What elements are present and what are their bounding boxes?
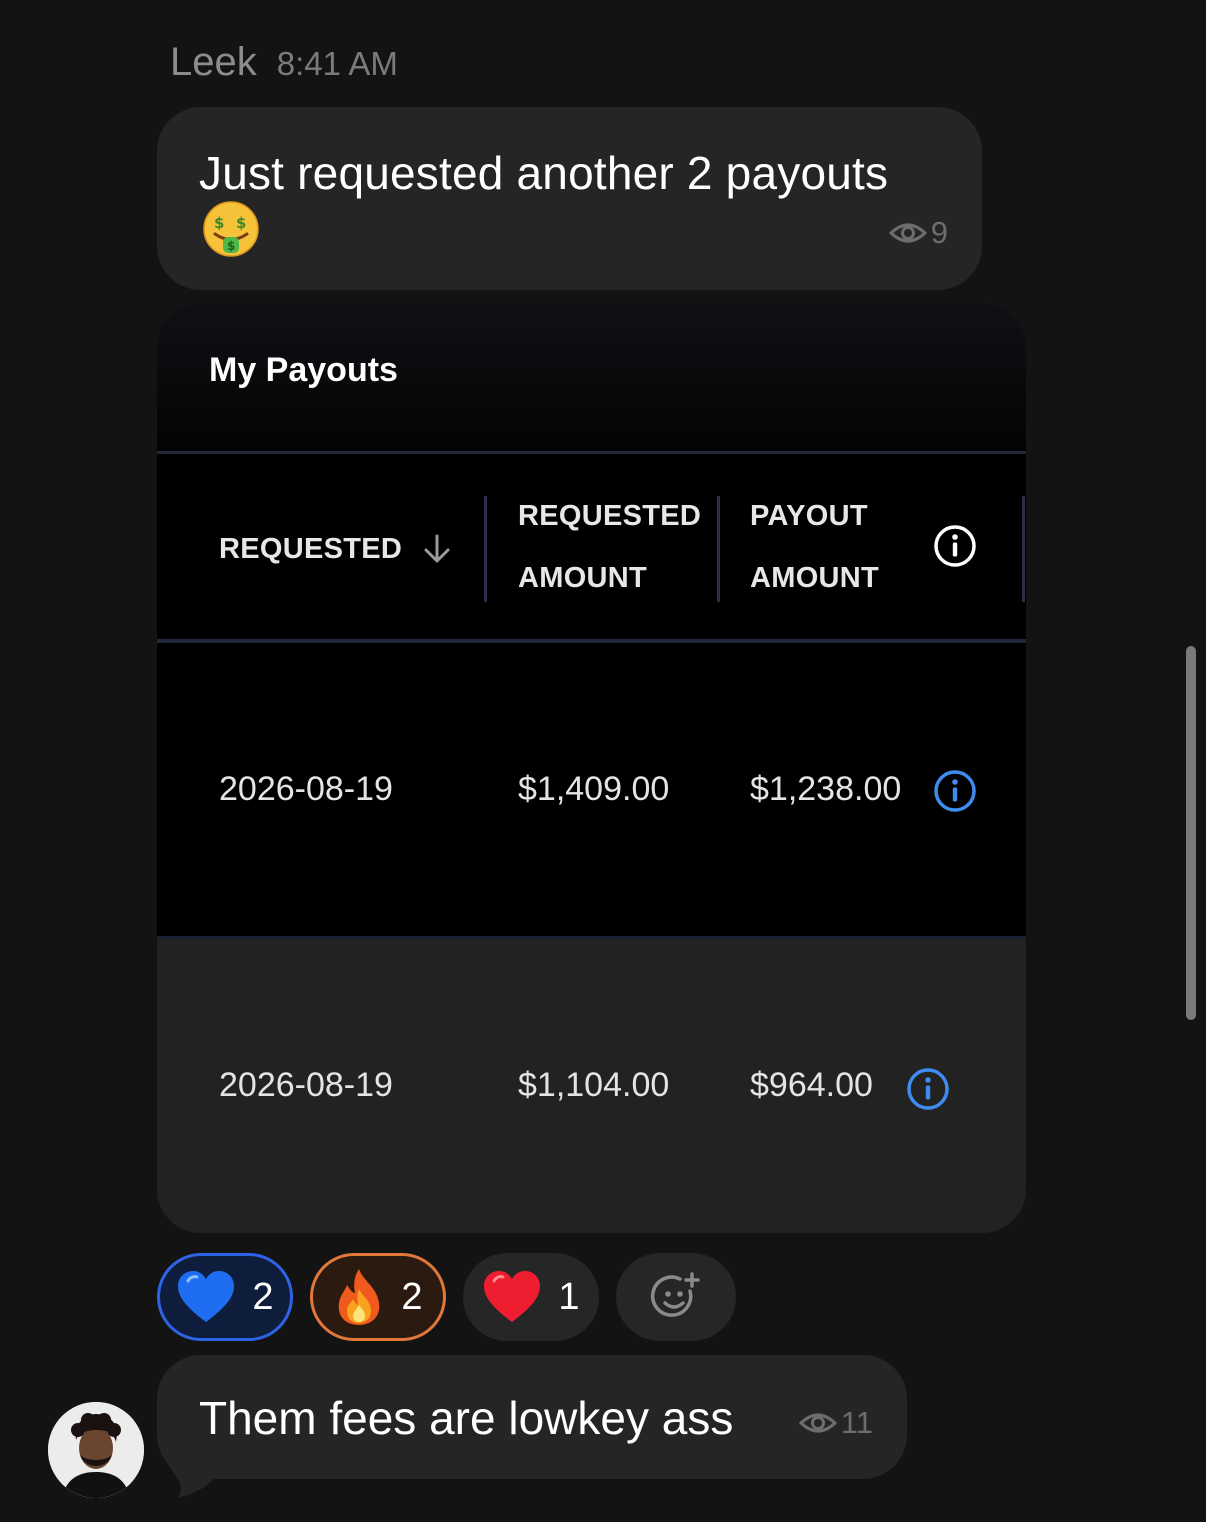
message-time: 8:41 AM: [276, 45, 398, 82]
message-text: Them fees are lowkey ass: [199, 1392, 734, 1444]
bubble-tail: [160, 1440, 220, 1498]
reaction-count: 2: [252, 1275, 274, 1318]
column-header-label: AMOUNT: [750, 562, 880, 594]
reaction-count: 1: [558, 1275, 580, 1318]
add-reaction-icon: [650, 1272, 700, 1317]
reaction-fire[interactable]: 2: [310, 1253, 446, 1341]
chat-view: Leek 8:41 AM Just requested another 2 pa…: [0, 0, 1206, 1522]
view-count: 11: [798, 1405, 873, 1441]
column-divider[interactable]: [1022, 496, 1025, 602]
reaction-count: 2: [401, 1275, 423, 1318]
payouts-card[interactable]: My Payouts REQUESTED REQUESTED AMOUNT PA…: [157, 303, 1026, 1233]
fire-icon: [339, 1269, 380, 1325]
column-header-payout-amount[interactable]: PAYOUT AMOUNT: [750, 485, 879, 609]
cell-requested-amount: $1,409.00: [518, 770, 670, 808]
cell-payout-amount: $1,238.00: [750, 770, 902, 808]
sender-name[interactable]: Leek: [170, 40, 257, 85]
view-count: 9: [888, 215, 948, 251]
card-title: My Payouts: [209, 351, 398, 389]
table-header: REQUESTED REQUESTED AMOUNT PAYOUT AMOUNT: [157, 451, 1026, 643]
table-row[interactable]: 2026-08-19 $1,104.00 $964.00: [157, 939, 1026, 1233]
eye-icon: [798, 1413, 837, 1433]
card-header: My Payouts: [157, 303, 1026, 451]
message-text: Just requested another 2 payouts: [199, 147, 889, 199]
column-header-label: PAYOUT: [750, 500, 868, 532]
cell-requested-date: 2026-08-19: [219, 770, 393, 808]
scrollbar[interactable]: [1186, 646, 1196, 1020]
cell-requested-date: 2026-08-19: [219, 1066, 393, 1104]
column-header-label: REQUESTED: [219, 533, 403, 565]
add-reaction-button[interactable]: [616, 1253, 736, 1341]
svg-text:$: $: [214, 214, 224, 232]
view-count-value: 11: [840, 1405, 873, 1440]
money-mouth-face-icon: $ $ $: [203, 201, 259, 257]
column-divider[interactable]: [717, 496, 720, 602]
table-row[interactable]: 2026-08-19 $1,409.00 $1,238.00: [157, 643, 1026, 939]
reaction-red-heart[interactable]: 1: [463, 1253, 599, 1341]
column-header-label: AMOUNT: [518, 562, 648, 594]
cell-requested-amount: $1,104.00: [518, 1066, 670, 1104]
column-header-requested[interactable]: REQUESTED: [219, 518, 452, 580]
user-avatar-icon: [48, 1402, 144, 1498]
column-header-requested-amount[interactable]: REQUESTED AMOUNT: [518, 485, 701, 609]
column-divider[interactable]: [484, 496, 487, 602]
red-heart-icon: [484, 1271, 541, 1322]
arrow-down-icon: [424, 534, 450, 563]
message-bubble[interactable]: Them fees are lowkey ass 11: [157, 1355, 907, 1479]
svg-text:$: $: [236, 214, 246, 232]
message-bubble[interactable]: Just requested another 2 payouts $ $ $ 9: [157, 107, 982, 290]
eye-icon: [888, 223, 927, 243]
reaction-blue-heart[interactable]: 2: [157, 1253, 293, 1341]
info-icon[interactable]: [933, 524, 977, 568]
view-count-value: 9: [930, 215, 948, 250]
column-header-label: REQUESTED: [518, 500, 702, 532]
info-icon[interactable]: [906, 1067, 950, 1111]
avatar[interactable]: [48, 1402, 144, 1498]
blue-heart-icon: [178, 1271, 235, 1322]
svg-text:$: $: [227, 239, 235, 253]
reactions-bar: 2 2 1: [157, 1253, 736, 1341]
message-header: Leek 8:41 AM: [170, 40, 398, 85]
info-icon[interactable]: [933, 769, 977, 813]
cell-payout-amount: $964.00: [750, 1066, 873, 1104]
